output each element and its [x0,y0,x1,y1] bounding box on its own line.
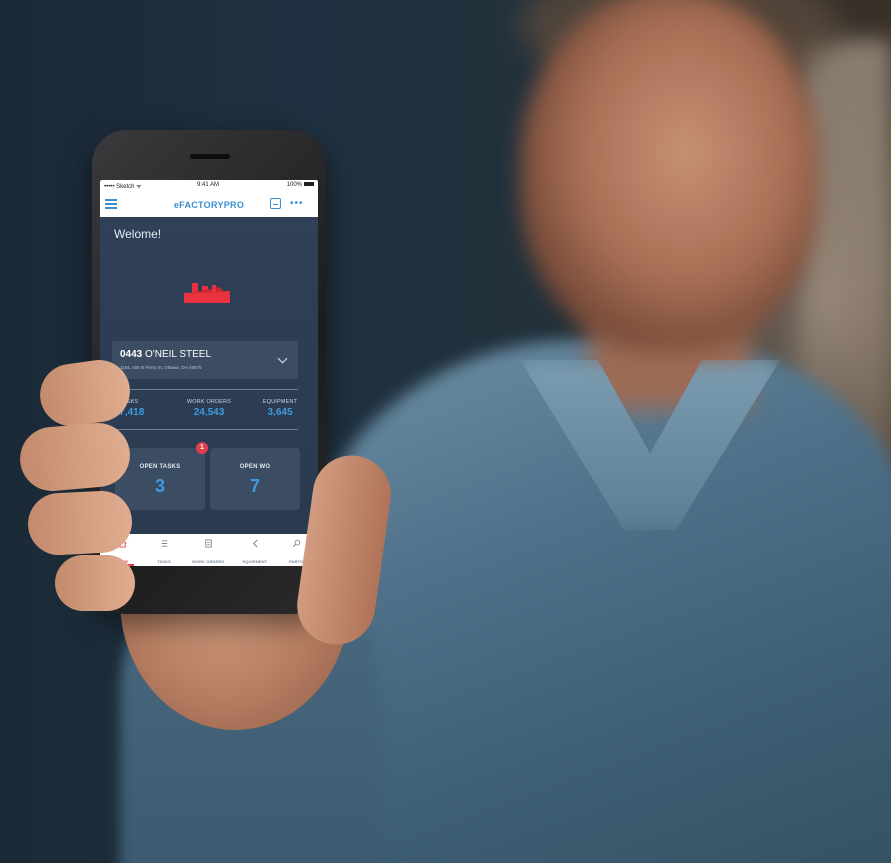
notification-badge: 1 [196,442,208,454]
clock-label: 9:41 AM [197,182,220,188]
app-bar: eFACTORYPRO ••• [100,192,318,218]
more-options-icon[interactable]: ••• [290,199,304,209]
home-content: Welome! 0443 O'NEIL STEEL 1104, 485 N Pe… [100,217,318,534]
site-address: 1104, 485 N Perry St, Ottawa, OH 45875 [120,365,202,370]
open-tasks-count: 3 [154,476,165,496]
carrier-label: ••••• Sketch ᯤ [104,184,142,190]
site-selector[interactable]: 0443 O'NEIL STEEL 1104, 485 N Perry St, … [112,341,298,379]
site-code: 0443 [120,349,143,360]
open-wo-label: OPEN WO [239,464,271,470]
search-icon [292,539,300,548]
divider-bottom [112,429,298,430]
battery-label: 100% [286,182,302,188]
stat-equipment-value: 3,645 [267,407,293,418]
wrench-icon [252,539,258,548]
phone-screen: ••••• Sketch ᯤ 9:41 AM 100% eFACTORYPRO … [100,180,318,566]
document-icon [204,539,212,548]
stat-work-orders-label: WORK ORDERS [186,399,232,405]
battery-indicator: 100% [287,182,314,188]
tab-tasks[interactable]: TASKS [144,539,184,566]
status-bar: ••••• Sketch ᯤ 9:41 AM 100% [100,180,318,192]
open-tasks-label: OPEN TASKS [139,464,181,470]
tab-equipment[interactable]: EQUIPMENT [235,539,275,566]
finger-ring [26,489,134,557]
divider-top [112,389,298,390]
tab-equipment-label: EQUIPMENT [242,559,268,564]
factory-icon [184,283,230,303]
battery-icon [304,182,314,187]
welcome-heading: Welome! [114,227,162,241]
tab-tasks-label: TASKS [157,559,171,564]
stat-work-orders[interactable]: WORK ORDERS 24,543 [174,399,244,418]
app-title: eFACTORYPRO [173,200,245,210]
site-name: O'NEIL STEEL [145,349,212,360]
stat-work-orders-value: 24,543 [193,407,225,418]
stat-equipment[interactable]: EQUIPMENT 3,645 [248,399,312,418]
person-head [520,0,820,350]
tab-work-orders-label: WORK ORDERS [192,559,224,564]
stat-equipment-label: EQUIPMENT [262,399,298,405]
bottom-tab-bar: HOME TASKS WORK ORDERS EQUIPMENT PARTS [100,534,318,566]
chevron-down-icon[interactable] [277,353,288,364]
factory-store-icon[interactable] [270,198,281,209]
tab-parts-label: PARTS [289,559,303,564]
open-wo-count: 7 [249,476,260,496]
site-title: 0443 O'NEIL STEEL [120,349,211,360]
smartphone: ••••• Sketch ᯤ 9:41 AM 100% eFACTORYPRO … [92,130,326,614]
finger-little [55,555,135,611]
phone-speaker [190,154,230,159]
tab-work-orders[interactable]: WORK ORDERS [188,539,228,566]
open-wo-tile[interactable]: OPEN WO 7 [210,448,300,510]
list-icon [161,540,167,547]
